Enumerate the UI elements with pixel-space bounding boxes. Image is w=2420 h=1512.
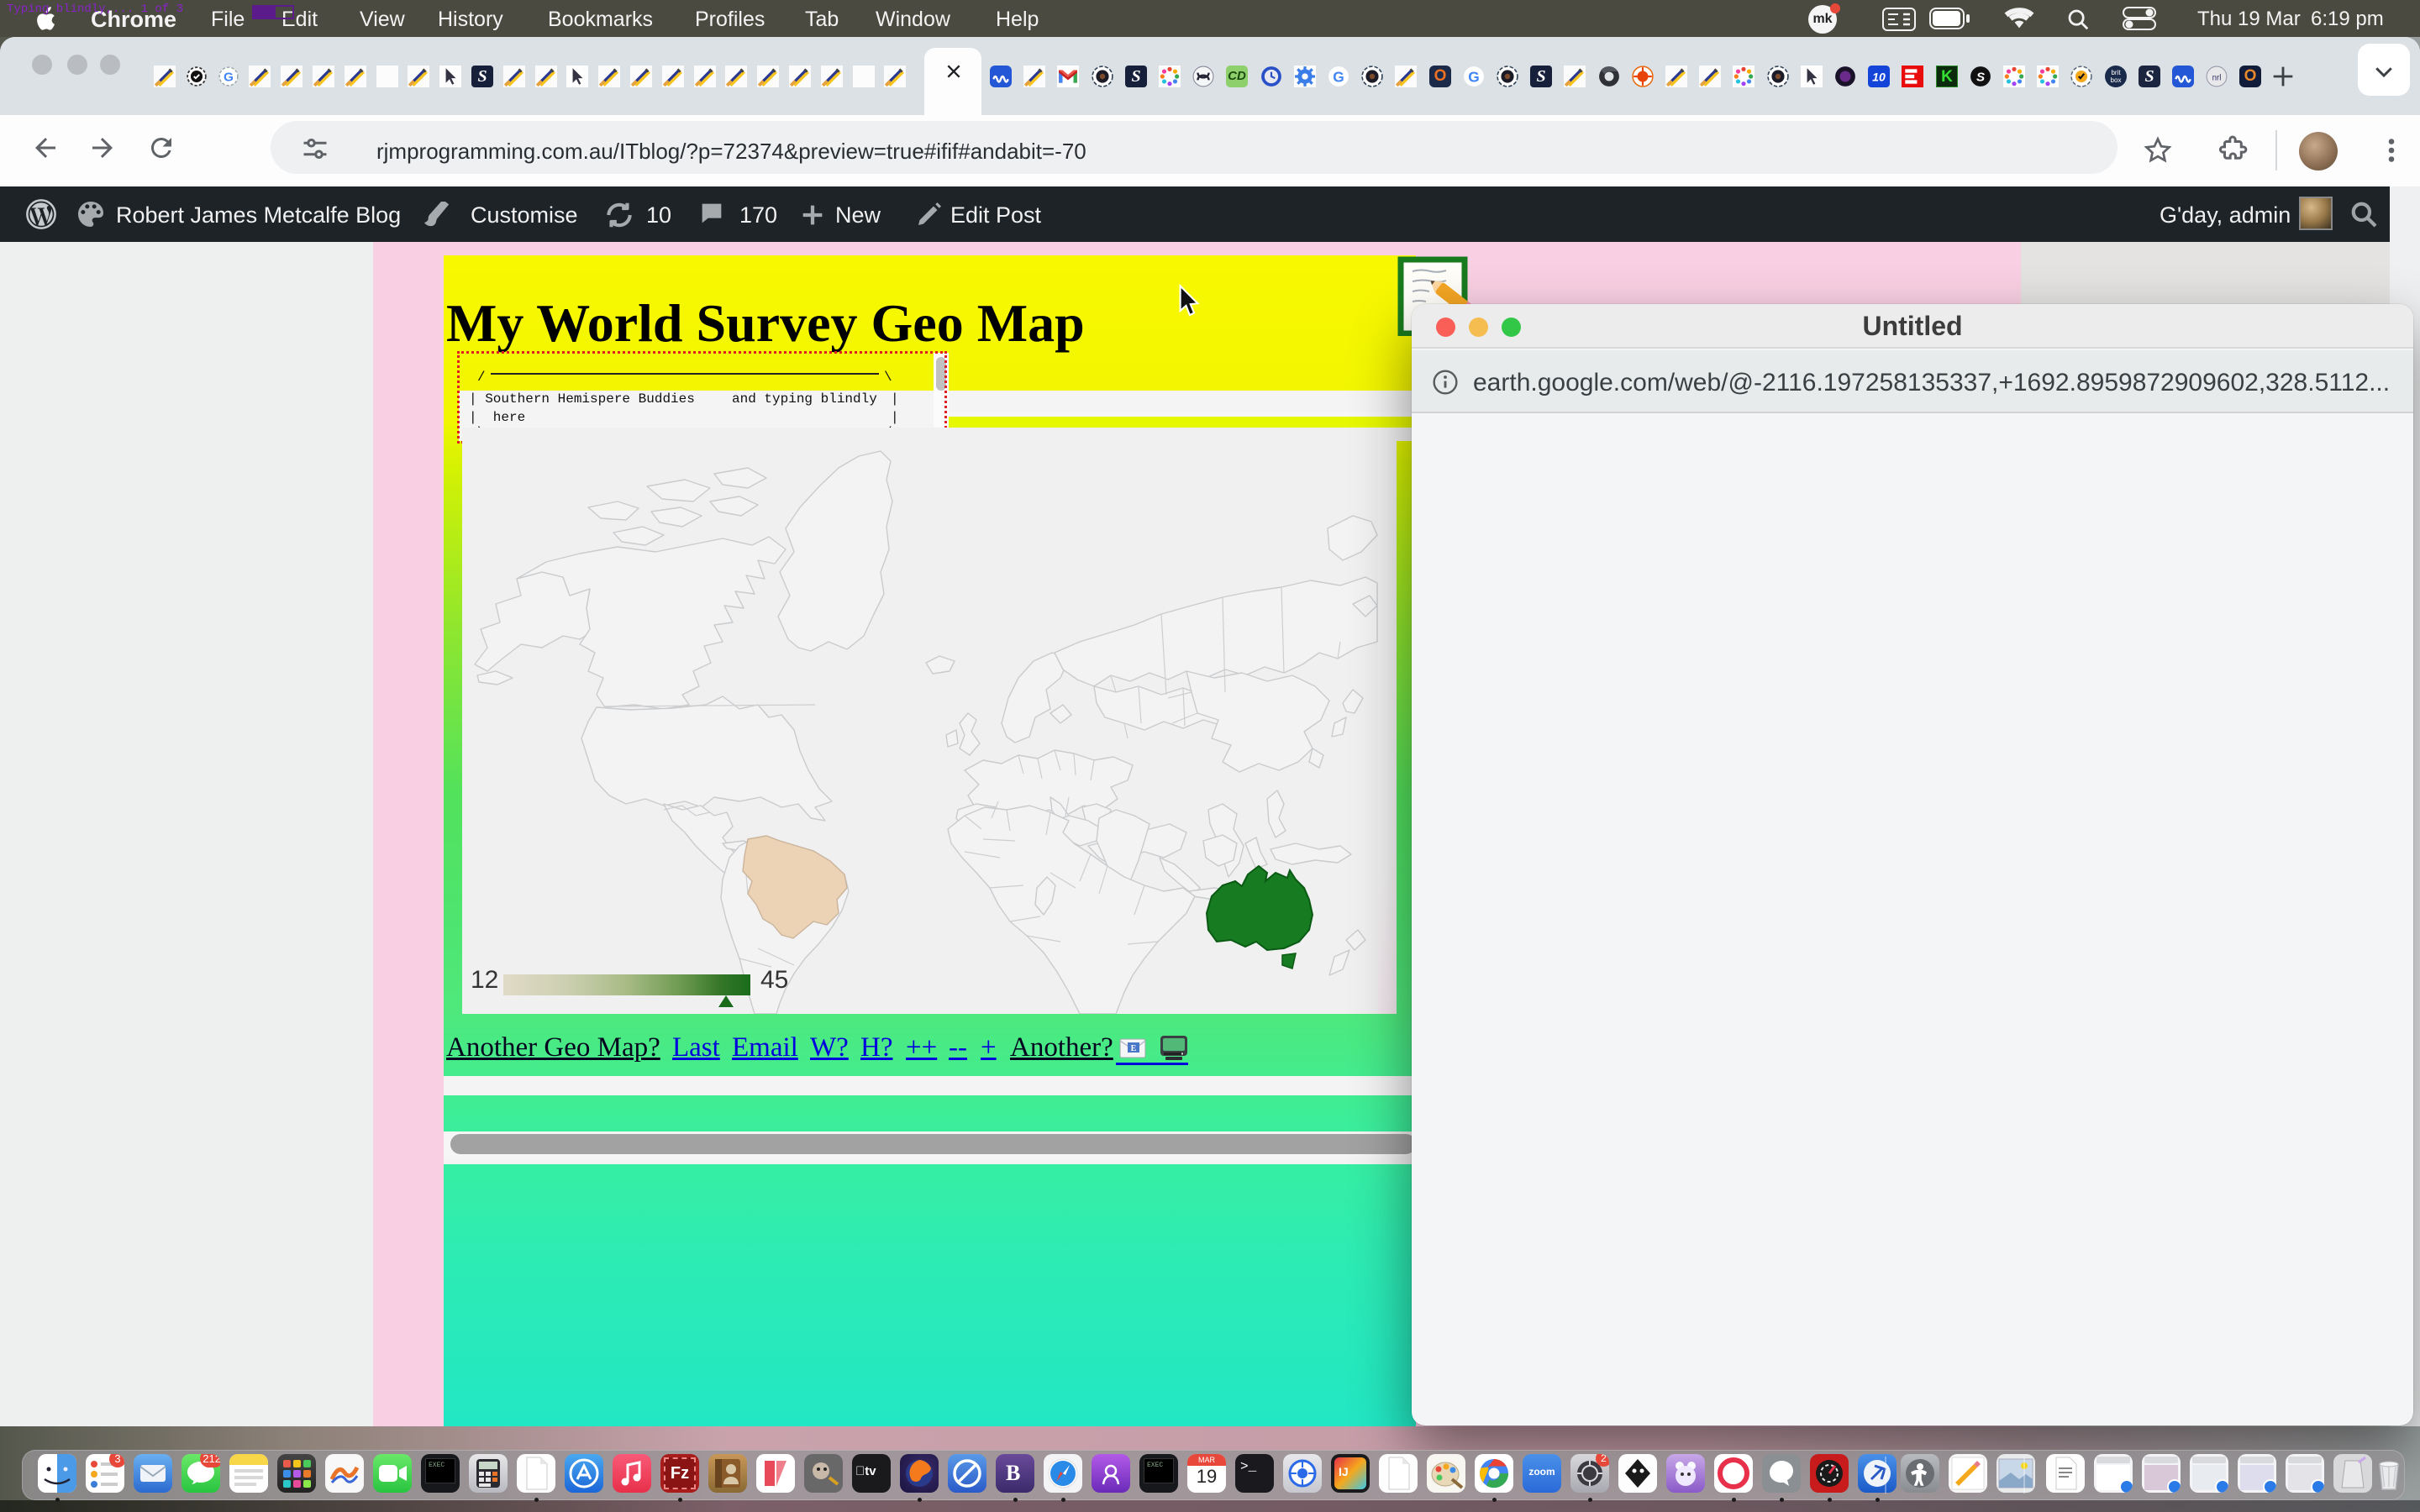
svg-text:G: G: [1333, 69, 1344, 86]
svg-text:G: G: [224, 70, 234, 84]
svg-text:E: E: [1131, 1044, 1137, 1053]
svg-text:nrl: nrl: [2212, 73, 2222, 82]
svg-text:S: S: [1976, 70, 1985, 84]
svg-text:10: 10: [1872, 70, 1886, 83]
svg-text:G: G: [1468, 69, 1479, 86]
